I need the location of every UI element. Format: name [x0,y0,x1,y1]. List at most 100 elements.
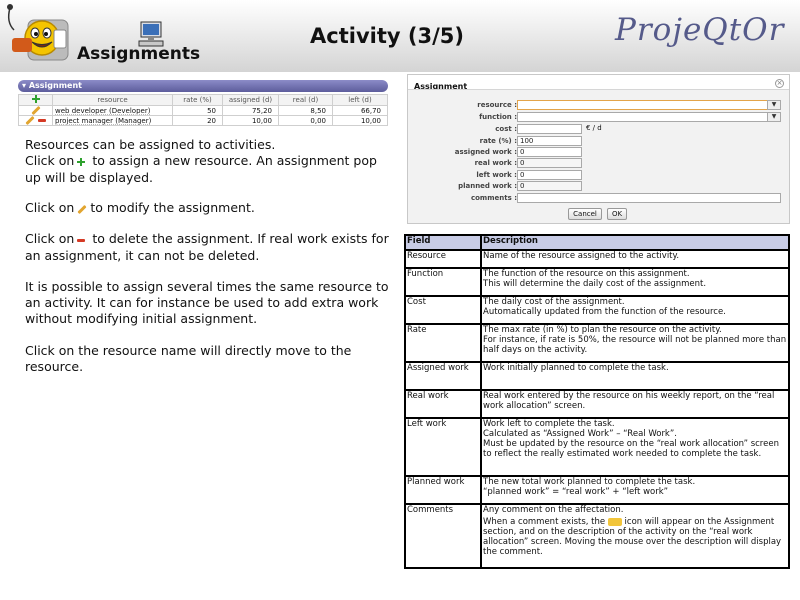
planned-work-row: planned work : 0 [408,181,789,191]
field-description-table: Field Description Resource Name of the r… [404,234,790,569]
table-row: Planned work The new total work planned … [404,475,790,505]
field-name: Left work [404,417,482,477]
field-description: Name of the resource assigned to the act… [480,249,790,269]
table-row: Left work Work left to complete the task… [404,417,790,477]
text-fragment: Click on [25,200,75,215]
description-line: Work initially planned to complete the t… [483,363,669,373]
field-description: The max rate (in %) to plan the resource… [480,323,790,363]
ok-button[interactable]: OK [607,208,627,220]
description-line: Name of the resource assigned to the act… [483,251,680,261]
left-work-row: left work : 0 [408,170,789,180]
table-row: web developer (Developer) 50 75,20 8,50 … [18,105,388,116]
field-description: Real work entered by the resource on his… [480,389,790,419]
assignment-section-header[interactable]: ▾ Assignment [18,80,388,92]
minus-icon [77,238,86,242]
resource-select[interactable] [517,100,781,110]
dialog-body: resource : ▼ function : ▼ cost : € / d r… [408,89,789,223]
field-description: Work left to complete the task. Calculate… [480,417,790,477]
col-rate: rate (%) [172,94,223,106]
description-line: The function of the resource on this ass… [483,269,690,279]
planned-work-input: 0 [517,181,582,191]
left-work-input[interactable]: 0 [517,170,582,180]
cost-unit: € / d [586,124,602,132]
assigned-work-input[interactable]: 0 [517,147,582,157]
rate-cell: 20 [172,115,223,126]
comments-textarea[interactable] [517,193,781,203]
header-field: Field [404,234,482,251]
description-line: Any comment on the affectation. [483,505,624,515]
resource-link[interactable]: project manager (Manager) [52,115,173,126]
description-line: Real work entered by the resource on his… [483,391,775,411]
table-row: Function The function of the resource on… [404,267,790,297]
add-icon [77,157,86,166]
description-line: Calculated as “Assigned Work” – “Real Wo… [483,429,677,439]
field-description: Any comment on the affectation. When a c… [480,503,790,569]
edit-icon[interactable] [25,115,35,126]
assigned-cell: 10,00 [222,115,279,126]
text-fragment: When a comment exists, the [483,517,606,527]
resource-link[interactable]: web developer (Developer) [52,105,173,116]
resource-dropdown[interactable]: ▼ [767,100,781,110]
assigned-work-label: assigned work : [454,148,517,156]
add-assignment-icon[interactable] [31,95,40,103]
cost-row: cost : € / d [408,124,789,134]
field-name: Cost [404,295,482,325]
add-column [18,94,53,106]
table-row: Rate The max rate (in %) to plan the res… [404,323,790,363]
cancel-button[interactable]: Cancel [568,208,602,220]
description-line: “planned work” = “real work” + “left wor… [483,487,669,497]
real-work-row: real work : 0 [408,158,789,168]
chevron-down-icon: ▼ [768,113,780,121]
rate-label: rate (%) : [479,137,517,145]
left-cell: 10,00 [332,115,388,126]
field-description: The function of the resource on this ass… [480,267,790,297]
real-cell: 8,50 [278,105,333,116]
function-select[interactable] [517,112,781,122]
field-description: The new total work planned to complete t… [480,475,790,505]
col-assigned: assigned (d) [222,94,279,106]
field-description: The daily cost of the assignment. Automat… [480,295,790,325]
resource-label: resource : [477,101,517,109]
assignment-section: ▾ Assignment resource rate (%) assigned … [18,80,388,126]
table-row: Cost The daily cost of the assignment. Au… [404,295,790,325]
description-line: The max rate (in %) to plan the resource… [483,325,722,335]
field-name: Real work [404,389,482,419]
description-line: Automatically updated from the function … [483,307,726,317]
real-cell: 0,00 [278,115,333,126]
logo-mascot-icon [7,4,69,61]
rate-cell: 50 [172,105,223,116]
pencil-icon [77,204,87,214]
cost-label: cost : [495,125,517,133]
comment-icon [607,517,622,526]
left-cell: 66,70 [332,105,388,116]
delete-icon[interactable] [37,119,46,122]
assigned-work-row: assigned work : 0 [408,147,789,157]
row-actions [18,115,53,126]
comments-row: comments : [408,193,789,203]
text-fragment: to modify the assignment. [90,200,255,215]
function-dropdown[interactable]: ▼ [767,112,781,122]
description-line: When a comment exists, the icon will app… [483,517,788,557]
assignment-section-title: Assignment [28,81,82,90]
description-line: Work left to complete the task. [483,419,615,429]
rate-row: rate (%) : 100 [408,136,789,146]
function-label: function : [479,113,517,121]
cost-input[interactable] [517,124,582,134]
planned-work-label: planned work : [458,182,517,190]
slide-header: Assignments Activity (3/5) ProjeQtOr [0,0,800,72]
table-row: project manager (Manager) 20 10,00 0,00 … [18,115,388,126]
description-line: This will determine the daily cost of th… [483,279,707,289]
close-icon[interactable]: × [775,79,784,88]
brand-logo-text: ProjeQtOr [615,12,785,48]
text-fragment: Click on [25,231,75,246]
comments-label: comments : [470,194,517,202]
table-row: Resource Name of the resource assigned t… [404,249,790,269]
table-row: Assigned work Work initially planned to … [404,361,790,391]
edit-icon[interactable] [30,105,41,116]
paragraph-navigate: Click on the resource name will directly… [25,343,352,374]
rate-input[interactable]: 100 [517,136,582,146]
left-work-label: left work : [476,171,517,179]
field-name: Comments [404,503,482,569]
field-description: Work initially planned to complete the t… [480,361,790,391]
paragraph-intro: Resources can be assigned to activities.… [25,137,390,186]
